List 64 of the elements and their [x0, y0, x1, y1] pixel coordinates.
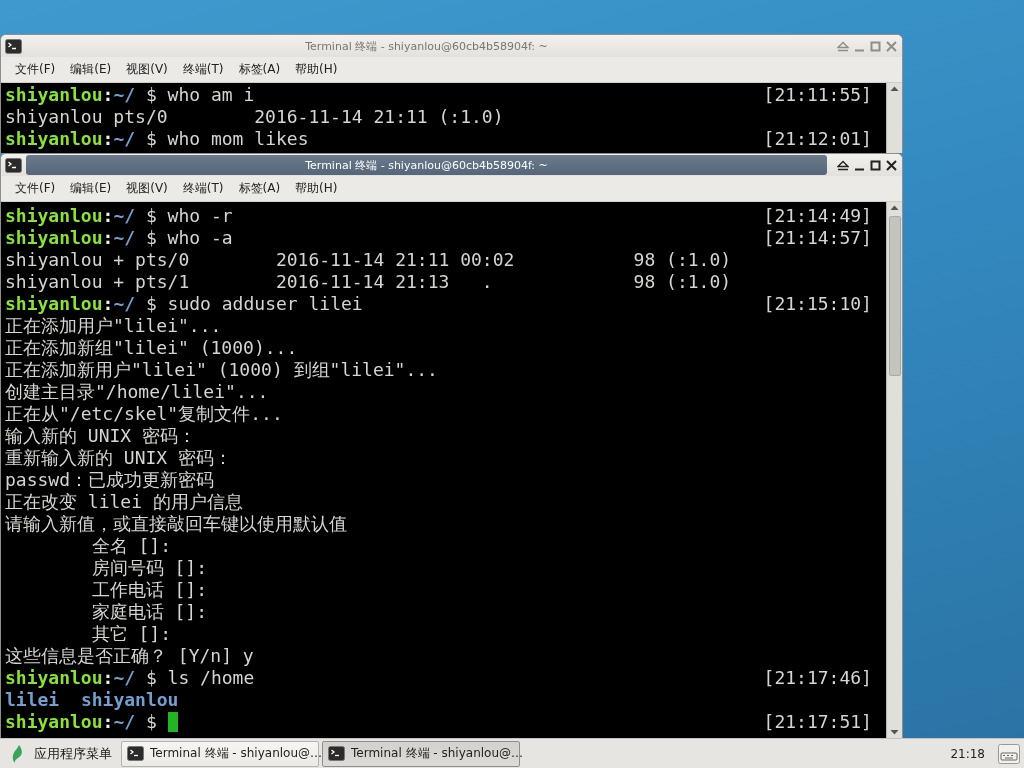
output-line: 请输入新值，或直接敲回车键以使用默认值	[5, 513, 347, 535]
maximize-icon[interactable]	[870, 159, 881, 171]
timestamp: [21:12:01]	[763, 128, 872, 150]
menu-item[interactable]: 终端(T)	[174, 61, 231, 78]
output-line: 正在添加用户"lilei"...	[5, 315, 222, 337]
command-line: shiyanlou:~/ $ ls /home	[5, 667, 255, 689]
taskbar-button[interactable]: Terminal 终端 - shiyanlou@…	[322, 740, 520, 767]
output-line: shiyanlou pts/0 2016-11-14 21:11 (:1.0)	[5, 106, 504, 128]
output-line: 正在改变 lilei 的用户信息	[5, 491, 243, 513]
output-line: 正在添加新组"lilei" (1000)...	[5, 337, 298, 359]
timestamp: [21:14:49]	[763, 205, 872, 227]
output-line: 其它 []:	[90, 623, 172, 645]
timestamp: [21:15:10]	[763, 293, 872, 315]
menu-item[interactable]: 视图(V)	[118, 61, 175, 78]
command-line: shiyanlou:~/ $ who mom likes	[5, 128, 309, 150]
eject-icon[interactable]	[837, 159, 849, 171]
command-line: shiyanlou:~/ $	[5, 711, 157, 733]
output-line: 工作电话 []:	[90, 579, 208, 601]
output-line: 这些信息是否正确？ [Y/n] y	[5, 645, 254, 667]
terminal-icon	[328, 746, 345, 761]
timestamp: [21:17:46]	[763, 667, 872, 689]
close-icon[interactable]	[886, 159, 897, 171]
terminal-icon[interactable]	[5, 38, 22, 54]
leaf-icon	[12, 743, 24, 764]
output-line: 重新输入新的 UNIX 密码：	[5, 447, 233, 469]
timestamp: [21:17:51]	[763, 711, 872, 733]
command-line: shiyanlou:~/ $ who am i	[5, 84, 255, 106]
output-line: shiyanlou + pts/0 2016-11-14 21:11 00:02 98 (:1.0)	[5, 249, 732, 271]
menu-item[interactable]: 编辑(E)	[62, 61, 119, 78]
keyboard-icon[interactable]	[998, 743, 1020, 764]
window-title: Terminal 终端 - shiyanlou@60cb4b58904f: ~	[305, 38, 548, 54]
menu-item[interactable]: 标签(A)	[230, 180, 288, 197]
menu-item[interactable]: 视图(V)	[118, 180, 175, 197]
output-line: passwd：已成功更新密码	[5, 469, 215, 491]
taskbar-button[interactable]: Terminal 终端 - shiyanlou@…	[121, 740, 319, 767]
menu-item[interactable]: 编辑(E)	[62, 180, 119, 197]
scrollbar-thumb[interactable]	[888, 216, 901, 376]
output-line: shiyanlou + pts/1 2016-11-14 21:13 . 98 (:1.0)	[5, 271, 732, 293]
menu-item[interactable]: 帮助(H)	[287, 180, 345, 197]
command-line: shiyanlou:~/ $ who -r	[5, 205, 233, 227]
scrollbar[interactable]	[886, 202, 902, 738]
timestamp: [21:14:57]	[763, 227, 872, 249]
applications-menu-button[interactable]: 应用程序菜单	[6, 740, 118, 767]
clock: 21:18	[950, 746, 985, 761]
scrollbar[interactable]	[886, 83, 902, 153]
output-line: 全名 []:	[90, 535, 172, 557]
menu-item[interactable]: 帮助(H)	[287, 61, 345, 78]
menu-item[interactable]: 文件(F)	[7, 61, 63, 78]
directory-listing: lilei shiyanlou	[5, 689, 179, 711]
menu-item[interactable]: 终端(T)	[174, 180, 231, 197]
terminal-icon	[127, 746, 144, 761]
terminal-icon[interactable]	[5, 157, 22, 173]
output-line: 输入新的 UNIX 密码：	[5, 425, 197, 447]
output-line: 创建主目录"/home/lilei"...	[5, 381, 269, 403]
command-line: shiyanlou:~/ $ who -a	[5, 227, 233, 249]
output-line: 房间号码 []:	[90, 557, 208, 579]
output-line: 家庭电话 []:	[90, 601, 208, 623]
menu-item[interactable]: 文件(F)	[7, 180, 63, 197]
menu-item[interactable]: 标签(A)	[230, 61, 288, 78]
output-line: 正在从"/etc/skel"复制文件...	[5, 403, 283, 425]
command-line: shiyanlou:~/ $ sudo adduser lilei	[5, 293, 363, 315]
output-line: 正在添加新用户"lilei" (1000) 到组"lilei"...	[5, 359, 438, 381]
timestamp: [21:11:55]	[763, 84, 872, 106]
window-title: Terminal 终端 - shiyanlou@60cb4b58904f: ~	[305, 157, 548, 173]
